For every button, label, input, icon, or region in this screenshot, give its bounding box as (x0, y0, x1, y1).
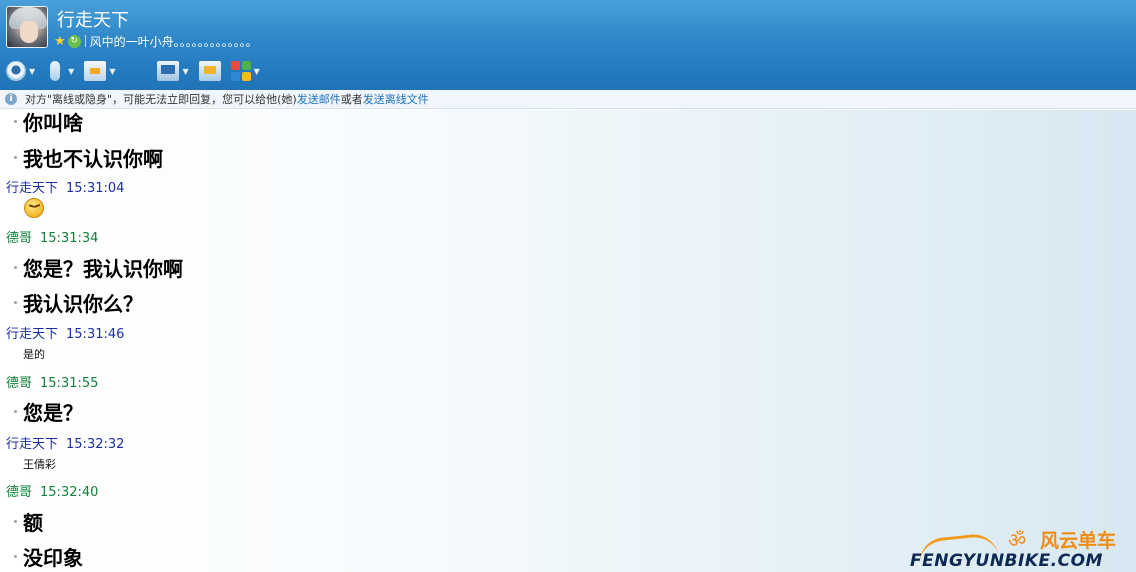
contact-name: 行走天下 (57, 10, 129, 31)
chat-history[interactable]: 你叫啥我也不认识你啊行走天下 15:31:04 德哥 15:31:34 您是？我认识你啊… (0, 110, 1136, 572)
message-content: 您是？ (23, 401, 83, 425)
sender-name[interactable]: 德哥 (6, 376, 32, 391)
message-text: 您是？我认识你啊 (14, 253, 183, 282)
chevron-down-icon[interactable]: ▼ (68, 67, 74, 76)
sender-name[interactable]: 德哥 (6, 231, 32, 246)
apps-grid-icon (230, 61, 251, 81)
message-text: 我认识你么？ (14, 288, 143, 317)
grin-emoji-icon (24, 198, 44, 218)
message-text: 您是？ (14, 397, 83, 426)
folder-icon (84, 61, 107, 81)
send-offline-file-link[interactable]: 发送离线文件 (363, 91, 429, 107)
sender-name[interactable]: 行走天下 (6, 181, 58, 196)
send-email-link[interactable]: 发送邮件 (297, 91, 341, 107)
message-time: 15:31:04 (66, 181, 125, 196)
chevron-down-icon[interactable]: ▼ (29, 67, 35, 76)
message-header: 行走天下 15:31:04 (6, 177, 124, 196)
chevron-down-icon[interactable]: ▼ (109, 67, 115, 76)
sender-name[interactable]: 行走天下 (6, 437, 58, 452)
message-time: 15:31:55 (40, 376, 99, 391)
sender-name[interactable]: 德哥 (6, 485, 32, 500)
message-text: 王倩彩 (14, 456, 56, 472)
message-text: 没印象 (14, 542, 83, 571)
message-time: 15:31:34 (40, 231, 99, 246)
offline-notice-bar: i 对方"离线或隐身"，可能无法立即回复，您可以给他(她) 发送邮件 或者 发送… (0, 90, 1136, 109)
bullet-dot (14, 520, 17, 523)
remote-desktop-icon (157, 61, 180, 81)
remote-assist-button[interactable]: ▼ (157, 58, 189, 84)
info-icon: i (5, 93, 17, 105)
message-content: 您是？我认识你啊 (23, 257, 183, 281)
message-content: 额 (23, 511, 43, 535)
bullet-dot (14, 156, 17, 159)
bullet-dot (14, 266, 17, 269)
message-header: 德哥 15:32:40 (6, 481, 98, 500)
bullet-dot (14, 301, 17, 304)
message-time: 15:32:40 (40, 485, 99, 500)
message-content: 是的 (23, 348, 45, 361)
message-header: 德哥 15:31:55 (6, 372, 98, 391)
status-line: ★ ↻ 风中的一叶小舟。。。。。。。。。。。。。 (54, 33, 258, 49)
bicycle-icon: ॐ (1008, 528, 1027, 552)
message-content: 我认识你么？ (23, 292, 143, 316)
create-discussion-button[interactable] (125, 58, 148, 191)
star-icon[interactable]: ★ (54, 35, 66, 48)
sender-name[interactable]: 行走天下 (6, 327, 58, 342)
watermark-cn: 风云单车 (1040, 530, 1117, 552)
bullet-dot (14, 555, 17, 558)
contact-signature: 风中的一叶小舟。。。。。。。。。。。。。 (89, 34, 258, 49)
message-header: 行走天下 15:31:46 (6, 323, 124, 342)
share-screen-button[interactable] (198, 58, 221, 84)
contact-avatar[interactable] (6, 6, 48, 48)
message-header: 德哥 15:31:34 (6, 227, 98, 246)
divider (84, 35, 86, 47)
chevron-down-icon[interactable]: ▼ (254, 67, 260, 76)
site-watermark: ॐ 风云单车 FENGYUNBIKE.COM (908, 524, 1134, 571)
chevron-down-icon[interactable]: ▼ (182, 67, 188, 76)
message-text: 额 (14, 507, 43, 536)
online-status-icon[interactable]: ↻ (67, 34, 81, 48)
camera-icon (6, 61, 26, 81)
offline-notice-or: 或者 (340, 93, 363, 106)
screen-share-icon (198, 61, 221, 81)
voice-call-button[interactable]: ▼ (45, 58, 74, 84)
title-bar: 行走天下 ★ ↻ 风中的一叶小舟。。。。。。。。。。。。。 ▼ ▼ ▼ ▼ ▼ (0, 0, 1136, 191)
message-time: 15:32:32 (66, 437, 125, 452)
avatar-face (20, 21, 38, 43)
bullet-dot (14, 120, 17, 123)
message-content: 王倩彩 (23, 458, 56, 471)
offline-notice-text: 对方"离线或隐身"，可能无法立即回复，您可以给他(她) (25, 93, 297, 106)
watermark-en: FENGYUNBIKE.COM (910, 551, 1103, 571)
bullet-dot (14, 410, 17, 413)
video-call-button[interactable]: ▼ (6, 58, 35, 84)
message-text: 我也不认识你啊 (14, 143, 163, 172)
message-text: 你叫啥 (14, 110, 83, 136)
microphone-icon (50, 61, 61, 81)
message-content: 没印象 (23, 546, 83, 570)
apps-button[interactable]: ▼ (230, 58, 260, 84)
send-file-button[interactable]: ▼ (84, 58, 115, 84)
chat-toolbar: ▼ ▼ ▼ ▼ ▼ (0, 56, 270, 191)
message-header: 行走天下 15:32:32 (6, 433, 124, 452)
message-content: 你叫啥 (23, 111, 83, 135)
message-time: 15:31:46 (66, 327, 125, 342)
message-content: 我也不认识你啊 (23, 147, 163, 171)
message-text: 是的 (14, 346, 45, 362)
